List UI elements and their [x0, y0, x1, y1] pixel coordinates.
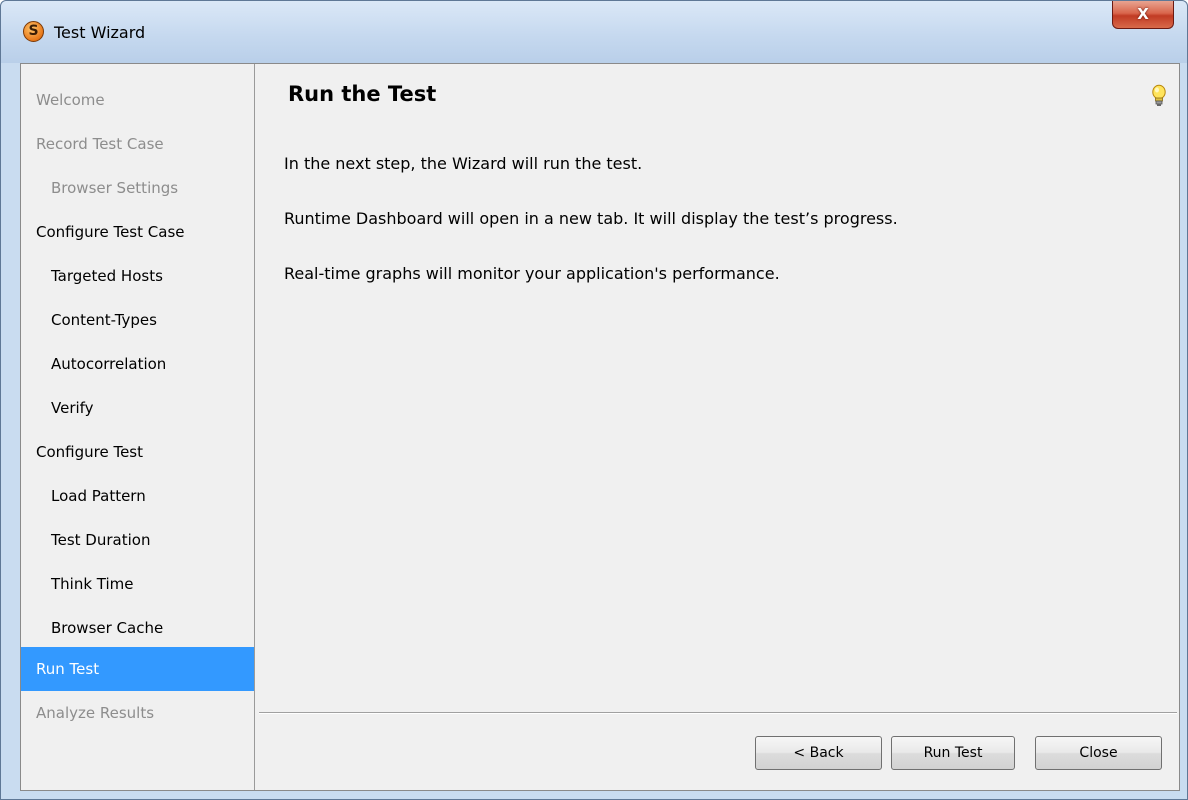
step-verify[interactable]: Verify — [21, 386, 254, 430]
app-logo-icon: S — [23, 21, 44, 42]
graphs-text: Real-time graphs will monitor your appli… — [284, 264, 780, 283]
test-wizard-window: S Test Wizard X Welcome Record Test Case… — [0, 0, 1188, 800]
step-configure-test[interactable]: Configure Test — [21, 430, 254, 474]
step-browser-cache[interactable]: Browser Cache — [21, 606, 254, 650]
run-test-button[interactable]: Run Test — [891, 736, 1015, 770]
page-title: Run the Test — [288, 82, 437, 106]
title-bar[interactable]: S Test Wizard X — [1, 1, 1187, 63]
window-title: Test Wizard — [54, 23, 146, 42]
step-welcome[interactable]: Welcome — [21, 78, 254, 122]
lightbulb-icon[interactable] — [1151, 84, 1167, 108]
close-button[interactable]: Close — [1035, 736, 1162, 770]
step-content-types[interactable]: Content-Types — [21, 298, 254, 342]
wizard-steps-sidebar: Welcome Record Test Case Browser Setting… — [21, 64, 255, 790]
step-content-panel: Run the Test In the next step, the Wizar… — [255, 64, 1179, 790]
button-divider — [259, 712, 1177, 714]
step-configure-test-case[interactable]: Configure Test Case — [21, 210, 254, 254]
step-test-duration[interactable]: Test Duration — [21, 518, 254, 562]
step-think-time[interactable]: Think Time — [21, 562, 254, 606]
step-run-test[interactable]: Run Test — [21, 647, 254, 691]
intro-text: In the next step, the Wizard will run th… — [284, 154, 643, 173]
step-load-pattern[interactable]: Load Pattern — [21, 474, 254, 518]
step-targeted-hosts[interactable]: Targeted Hosts — [21, 254, 254, 298]
close-window-button[interactable]: X — [1112, 1, 1174, 29]
dashboard-text: Runtime Dashboard will open in a new tab… — [284, 209, 898, 228]
step-autocorrelation[interactable]: Autocorrelation — [21, 342, 254, 386]
back-button[interactable]: < Back — [755, 736, 882, 770]
step-record-test-case[interactable]: Record Test Case — [21, 122, 254, 166]
wizard-content: Welcome Record Test Case Browser Setting… — [20, 63, 1180, 791]
step-analyze-results[interactable]: Analyze Results — [21, 691, 254, 735]
step-browser-settings[interactable]: Browser Settings — [21, 166, 254, 210]
